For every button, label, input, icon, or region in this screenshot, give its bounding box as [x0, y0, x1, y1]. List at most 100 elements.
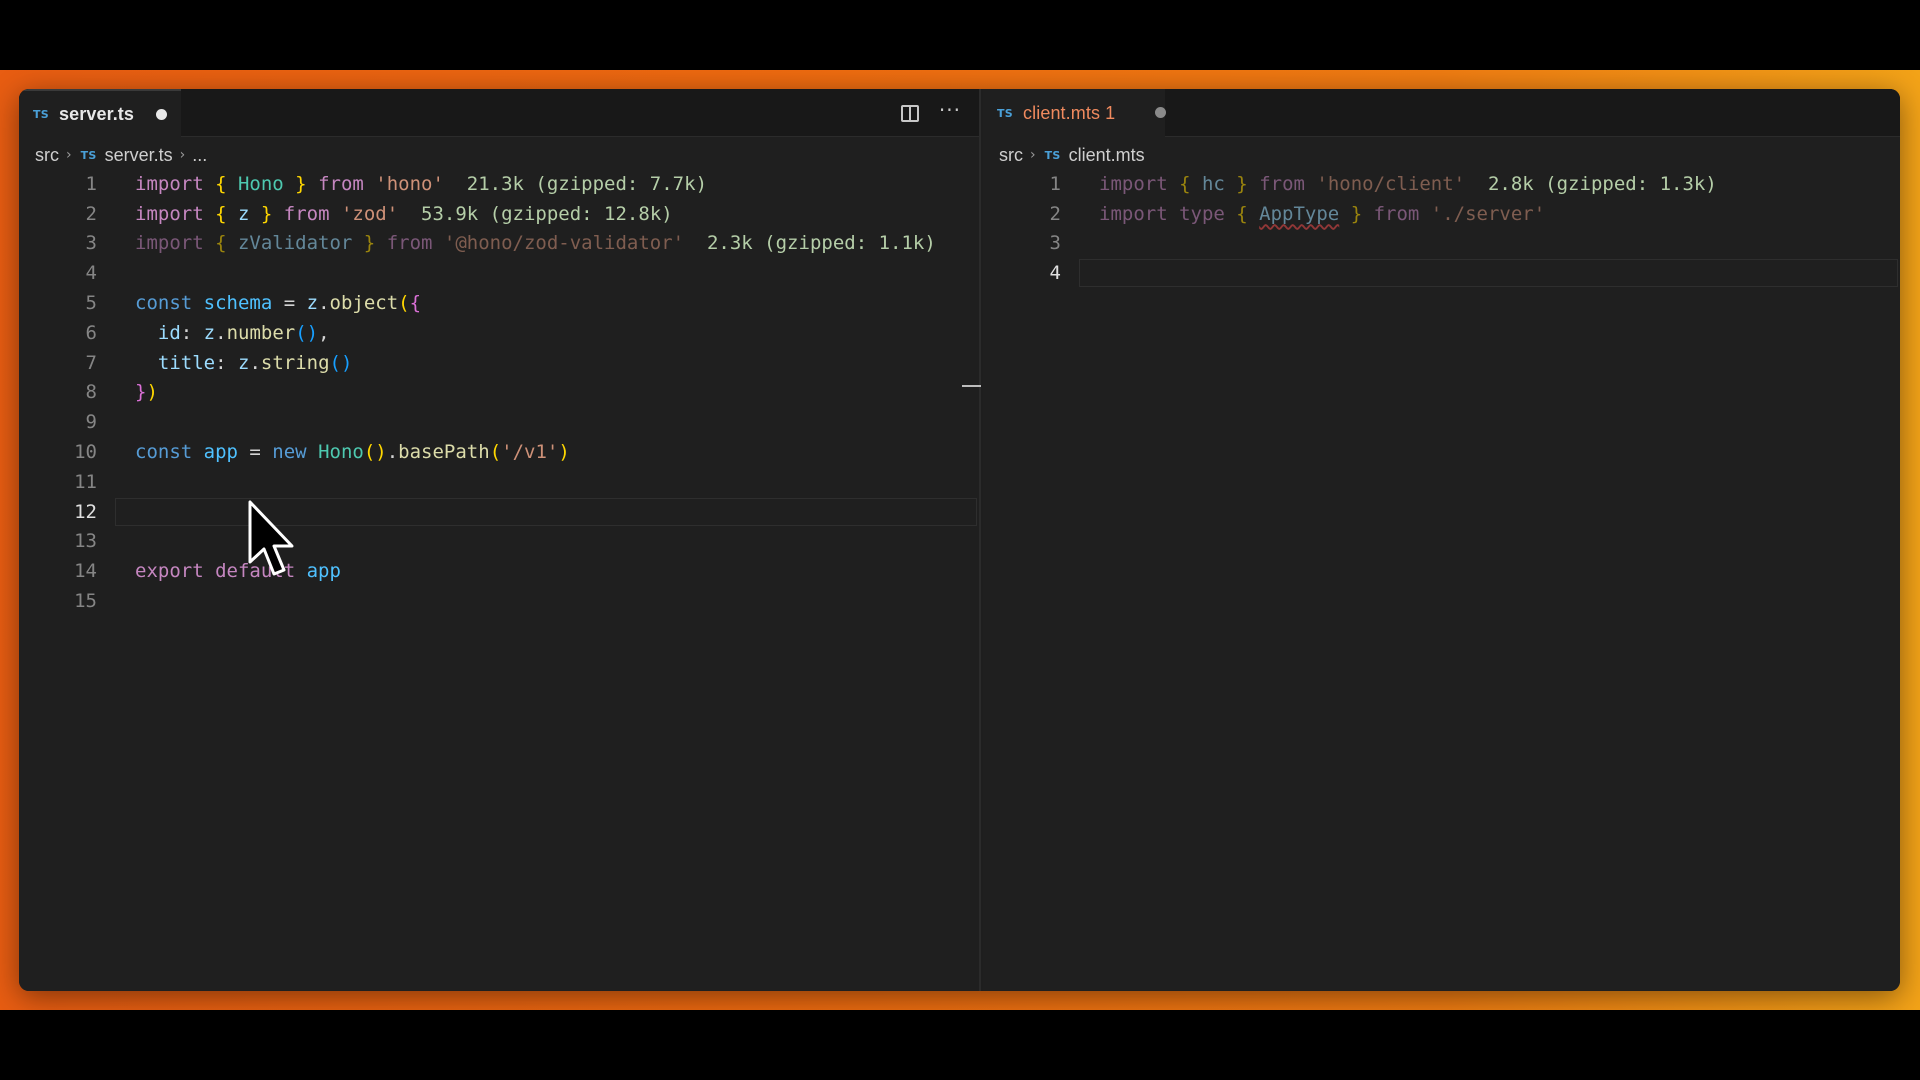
- line-number: 7: [85, 351, 97, 374]
- code-line[interactable]: 8}): [19, 378, 979, 408]
- code-token: import: [135, 172, 216, 195]
- code-token: 'zod': [340, 202, 399, 225]
- code-line[interactable]: 2 import { z } from 'zod' 53.9k (gzipped:…: [19, 199, 979, 229]
- code-token: z: [306, 292, 319, 315]
- line-number: 1: [1049, 172, 1061, 195]
- code-line[interactable]: 11: [19, 467, 979, 497]
- code-text: const schema = z.object({: [135, 292, 421, 314]
- code-token: :: [180, 321, 204, 344]
- code-token: schema: [203, 292, 273, 315]
- code-token: './server': [1430, 202, 1546, 225]
- more-actions-icon[interactable]: ···: [939, 100, 961, 120]
- overview-ruler-marker: [962, 385, 981, 387]
- code-line[interactable]: 5 const schema = z.object({: [19, 288, 979, 318]
- code-token: const: [135, 441, 204, 464]
- code-token: (: [489, 441, 502, 464]
- editor-pane-left: TS server.ts ··· src › TS server.ts › ..…: [19, 89, 981, 991]
- code-token: {: [215, 232, 238, 255]
- import-cost-hint: 53.9k (gzipped: 12.8k): [398, 202, 673, 225]
- typescript-file-icon: TS: [997, 106, 1014, 120]
- breadcrumb-file[interactable]: server.ts: [105, 145, 173, 166]
- line-number: 1: [85, 172, 97, 195]
- code-line[interactable]: 14 export default app: [19, 556, 979, 586]
- code-token: ): [146, 381, 158, 404]
- split-editor-icon[interactable]: [900, 104, 919, 122]
- code-line[interactable]: 9: [19, 407, 979, 437]
- line-number: 13: [74, 530, 97, 553]
- code-token: AppType: [1259, 202, 1340, 225]
- code-token: from: [375, 232, 444, 255]
- code-token: 'hono/client': [1316, 172, 1466, 195]
- code-token: from: [306, 172, 376, 195]
- code-token: }: [135, 381, 147, 404]
- code-editor[interactable]: 1 import { hc } from 'hono/client' 2.8k (…: [983, 169, 1900, 991]
- code-line[interactable]: 2 import type { AppType } from './server': [983, 199, 1900, 229]
- code-line[interactable]: 1 import { hc } from 'hono/client' 2.8k (…: [983, 169, 1900, 199]
- tab-client-mts[interactable]: TS client.mts 1: [983, 89, 1166, 137]
- code-line[interactable]: 1 import { Hono } from 'hono' 21.3k (gzip…: [19, 169, 979, 199]
- code-line[interactable]: 6 id: z.number(),: [19, 318, 979, 348]
- code-line[interactable]: 3 import { zValidator } from '@hono/zod-v…: [19, 229, 979, 259]
- code-text: import { z } from 'zod' 53.9k (gzipped: …: [135, 203, 673, 225]
- breadcrumb: src › TS server.ts › ...: [35, 141, 207, 169]
- code-token: Hono: [318, 441, 364, 464]
- code-token: .: [318, 292, 330, 315]
- line-number: 11: [74, 470, 97, 493]
- code-token: 'hono': [375, 172, 444, 195]
- code-token: {: [409, 292, 422, 315]
- code-token: }: [283, 172, 307, 195]
- typescript-file-icon: TS: [1044, 148, 1061, 162]
- code-token: =: [237, 441, 273, 464]
- line-number: 3: [1049, 232, 1061, 255]
- code-line[interactable]: 3: [983, 229, 1900, 259]
- editor-pane-right: TS client.mts 1 src › TS client.mts 1 imp…: [983, 89, 1900, 991]
- line-number: 6: [85, 321, 97, 344]
- code-line[interactable]: 12: [19, 497, 979, 527]
- code-line[interactable]: 13: [19, 527, 979, 557]
- code-line[interactable]: 10 const app = new Hono().basePath('/v1'): [19, 437, 979, 467]
- chevron-right-icon: ›: [179, 147, 186, 163]
- breadcrumb-file[interactable]: client.mts: [1069, 145, 1145, 166]
- mouse-pointer-icon: [248, 500, 294, 576]
- code-token: from: [1247, 172, 1317, 195]
- code-line[interactable]: 4: [19, 258, 979, 288]
- breadcrumb-folder[interactable]: src: [35, 145, 59, 166]
- code-token: object: [329, 292, 399, 315]
- import-cost-hint: 21.3k (gzipped: 7.7k): [443, 172, 708, 195]
- tab-server-ts[interactable]: TS server.ts: [19, 89, 181, 137]
- code-text: export default app: [135, 560, 341, 582]
- breadcrumb-folder[interactable]: src: [999, 145, 1023, 166]
- line-number: 4: [85, 262, 97, 285]
- code-text: import type { AppType } from './server': [1099, 203, 1545, 225]
- code-token: export: [135, 560, 216, 583]
- line-number: 4: [1049, 262, 1061, 285]
- code-line[interactable]: 15: [19, 586, 979, 616]
- line-number: 5: [85, 292, 97, 315]
- line-number: 9: [85, 411, 97, 434]
- code-token: =: [272, 292, 307, 315]
- code-line[interactable]: 4: [983, 258, 1900, 288]
- breadcrumb-more[interactable]: ...: [192, 145, 207, 166]
- line-number: 2: [1049, 202, 1061, 225]
- tab-label: server.ts: [59, 103, 134, 124]
- code-token: string: [260, 351, 330, 374]
- code-text: }): [135, 381, 158, 403]
- code-text: id: z.number(),: [135, 322, 330, 344]
- code-editor[interactable]: 1 import { Hono } from 'hono' 21.3k (gzip…: [19, 169, 979, 991]
- code-line[interactable]: 7 title: z.string(): [19, 348, 979, 378]
- unsaved-dot-icon[interactable]: [156, 109, 167, 120]
- code-token: }: [1224, 172, 1248, 195]
- code-token: new: [272, 441, 319, 464]
- code-token: }: [1339, 202, 1363, 225]
- code-token: app: [306, 560, 341, 583]
- code-token: {: [215, 172, 238, 195]
- code-text: import { zValidator } from '@hono/zod-va…: [135, 232, 936, 254]
- unsaved-dot-icon[interactable]: [1155, 107, 1166, 118]
- code-text: import { Hono } from 'hono' 21.3k (gzipp…: [135, 173, 707, 195]
- code-token: {: [215, 202, 238, 225]
- editor-window: TS server.ts ··· src › TS server.ts › ..…: [19, 89, 1900, 991]
- code-token: z: [237, 202, 250, 225]
- code-token: :: [215, 351, 238, 374]
- code-token: (: [398, 292, 410, 315]
- line-number: 15: [74, 590, 97, 613]
